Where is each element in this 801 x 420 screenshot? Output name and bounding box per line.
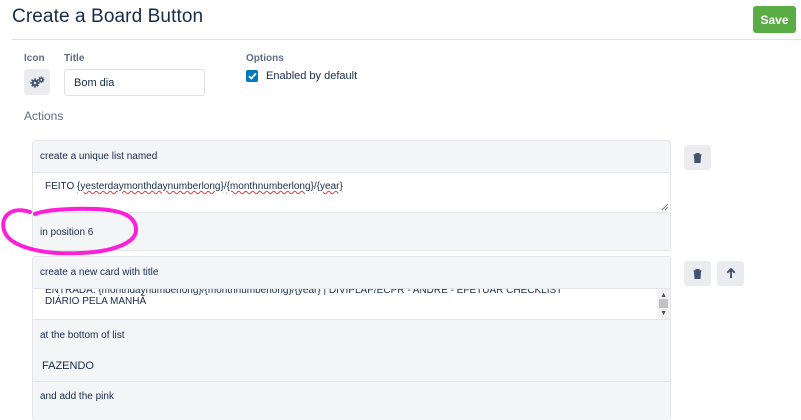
list-position: in position 6 (40, 227, 94, 238)
card-title-textarea[interactable]: ENTRADA: {monthdaynumberlong}/{monthnumb… (33, 288, 670, 320)
move-action-up-button[interactable] (717, 261, 744, 286)
list-name-text: FEITO {yesterdaymonthdaynumberlong}/{mon… (45, 181, 343, 192)
actions-heading: Actions (24, 109, 64, 123)
action-card-create-card: create a new card with title ENTRADA: {m… (32, 256, 671, 420)
action-prefix: create a unique list named (40, 151, 158, 162)
textarea-scrollbar[interactable]: ▲ ▼ (657, 289, 670, 319)
list-name-value[interactable]: FAZENDO (33, 351, 670, 381)
page-title: Create a Board Button (12, 6, 204, 27)
enabled-label: Enabled by default (266, 70, 358, 82)
scroll-thumb[interactable] (659, 299, 668, 308)
label-action-text: and add the pink (40, 391, 114, 402)
action-card-create-list: create a unique list named FEITO {yester… (32, 140, 671, 251)
arrow-up-icon (726, 268, 735, 278)
title-label: Title (64, 53, 85, 64)
options-label: Options (246, 53, 284, 64)
action-prefix: create a new card with title (40, 267, 159, 278)
icon-label: Icon (24, 53, 45, 64)
gears-icon (29, 76, 44, 88)
header-divider (12, 39, 801, 40)
icon-picker-button[interactable] (24, 69, 50, 95)
save-button[interactable]: Save (753, 6, 796, 33)
enabled-checkbox[interactable] (246, 70, 258, 82)
card-title-line-2: DIÁRIO PELA MANHÃ (45, 296, 147, 307)
resize-grip-icon[interactable] (660, 202, 669, 211)
list-name-textarea[interactable]: FEITO {yesterdaymonthdaynumberlong}/{mon… (33, 172, 670, 213)
scroll-down-icon[interactable]: ▼ (660, 308, 667, 319)
delete-action-1-button[interactable] (684, 145, 711, 170)
trash-icon (693, 268, 702, 279)
title-input[interactable] (64, 69, 205, 96)
trash-icon (693, 152, 702, 163)
list-position: at the bottom of list (40, 330, 125, 341)
check-icon (247, 72, 257, 80)
card-title-line-1: ENTRADA: {monthdaynumberlong}/{monthnumb… (45, 288, 563, 296)
delete-action-2-button[interactable] (684, 261, 711, 286)
